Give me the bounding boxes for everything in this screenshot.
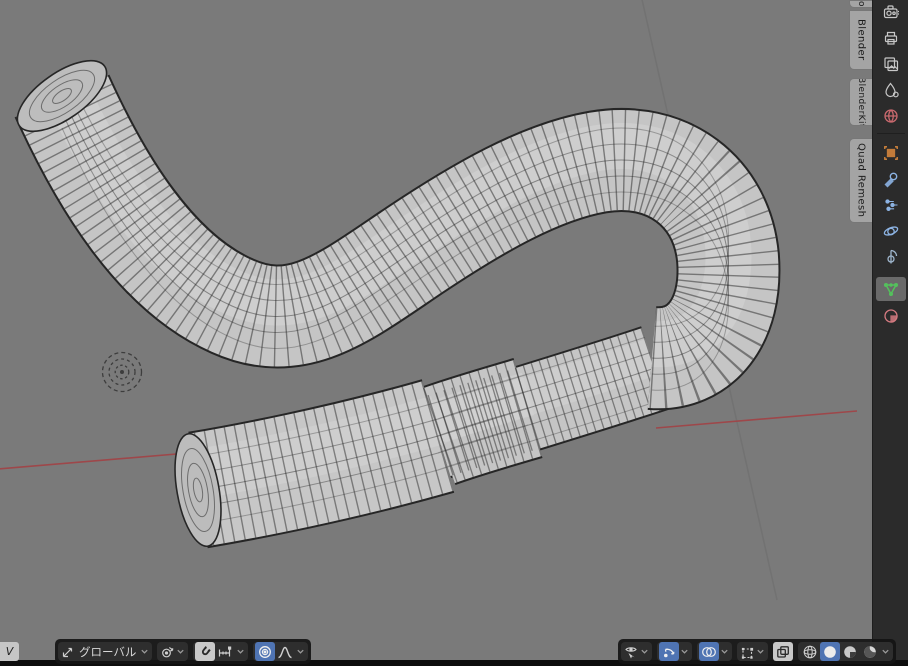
light-object-gizmo[interactable]	[103, 353, 142, 392]
chevron-down-icon	[639, 642, 650, 661]
modifier-properties-tab[interactable]	[876, 167, 906, 191]
chevron-down-icon[interactable]	[235, 642, 246, 661]
object-icon	[882, 144, 900, 162]
scene-icon	[882, 81, 900, 99]
xray-icon	[775, 644, 791, 660]
eye-cursor-icon	[623, 644, 639, 660]
sidebar-tab-blenderkit[interactable]: BlenderKit	[849, 78, 872, 126]
proportional-editing-controls	[253, 642, 308, 661]
world-properties-tab[interactable]	[876, 104, 906, 128]
blender-window: o Blender BlenderKit Quad Remesh	[0, 0, 908, 666]
chevron-down-icon[interactable]	[295, 642, 306, 661]
shading-material-button[interactable]	[840, 642, 860, 661]
edit-mode-vertices-icon	[739, 644, 755, 660]
gizmo-icon	[661, 644, 677, 660]
chevron-down-icon	[139, 642, 150, 661]
particle-properties-tab[interactable]	[876, 193, 906, 217]
magnet-icon	[198, 644, 213, 659]
pivot-point-icon	[159, 644, 175, 660]
output-properties-tab[interactable]	[876, 26, 906, 50]
render-properties-tab[interactable]	[876, 0, 906, 24]
concentric-circles-icon	[257, 644, 273, 660]
mesh-edit-overlays-dropdown[interactable]	[737, 642, 768, 661]
shading-rendered-button[interactable]	[860, 642, 880, 661]
object-properties-tab[interactable]	[876, 141, 906, 165]
chevron-down-icon[interactable]	[719, 642, 730, 661]
object-visibility-dropdown[interactable]	[621, 642, 652, 661]
material-sphere-icon	[882, 307, 900, 325]
chevron-down-icon[interactable]	[880, 642, 891, 661]
pivot-point-dropdown[interactable]	[157, 642, 188, 661]
show-gizmo-toggle[interactable]	[659, 642, 679, 661]
snap-magnet-toggle[interactable]	[195, 642, 215, 661]
sidebar-tab-label: o	[856, 1, 866, 7]
chevron-down-icon	[175, 642, 186, 661]
proportional-falloff-button[interactable]	[275, 642, 295, 661]
truncated-mode-button[interactable]: V	[0, 642, 19, 661]
smooth-falloff-icon	[277, 644, 293, 660]
wrench-icon	[882, 170, 900, 188]
rail-separator	[877, 133, 905, 134]
viewport-shading-controls	[798, 642, 893, 661]
proportional-editing-toggle[interactable]	[255, 642, 275, 661]
orientation-label: グローバル	[76, 644, 139, 660]
shading-wireframe-button[interactable]	[800, 642, 820, 661]
physics-properties-tab[interactable]	[876, 219, 906, 243]
show-gizmo-controls	[657, 642, 692, 661]
sidebar-tab-label: BlenderKit	[856, 78, 866, 126]
layers-icon	[882, 55, 900, 73]
object-data-properties-tab[interactable]	[876, 277, 906, 301]
snap-target-button[interactable]	[215, 642, 235, 661]
constraint-properties-tab[interactable]	[876, 245, 906, 269]
particles-icon	[882, 196, 900, 214]
sidebar-tab-blender[interactable]: Blender	[849, 10, 872, 70]
world-globe-icon	[882, 107, 900, 125]
sidebar-tab-label: Quad Remesh	[856, 143, 867, 217]
orientation-gizmo-icon	[60, 644, 76, 660]
render-icon	[882, 3, 900, 21]
solid-sphere-icon	[822, 644, 838, 660]
physics-orbit-icon	[882, 222, 900, 240]
sidebar-tab-quad-remesh[interactable]: Quad Remesh	[849, 138, 872, 223]
show-overlays-toggle[interactable]	[699, 642, 719, 661]
truncated-mode-label: V	[6, 645, 14, 658]
mesh-data-icon	[882, 280, 900, 298]
printer-icon	[882, 29, 900, 47]
properties-tab-rail	[872, 0, 908, 666]
chevron-down-icon	[755, 642, 766, 661]
scene-properties-tab[interactable]	[876, 78, 906, 102]
viewport-header-right	[618, 639, 896, 664]
snapping-controls	[193, 642, 248, 661]
view-layer-properties-tab[interactable]	[876, 52, 906, 76]
sidebar-tab-label: Blender	[856, 19, 867, 61]
tube-mesh-lower[interactable]	[167, 334, 655, 550]
3d-viewport[interactable]	[0, 0, 908, 666]
viewport-header-left: グローバル	[55, 639, 311, 664]
overlays-icon	[701, 644, 717, 660]
wireframe-sphere-icon	[802, 644, 818, 660]
snap-increment-icon	[217, 644, 233, 660]
material-preview-sphere-icon	[842, 644, 858, 660]
shading-solid-button[interactable]	[820, 642, 840, 661]
xray-toggle[interactable]	[773, 642, 793, 661]
sidebar-tab-truncated[interactable]: o	[849, 0, 872, 8]
material-properties-tab[interactable]	[876, 304, 906, 328]
show-overlays-controls	[697, 642, 732, 661]
transform-orientation-dropdown[interactable]: グローバル	[58, 642, 152, 661]
chevron-down-icon[interactable]	[679, 642, 690, 661]
constraint-icon	[882, 248, 900, 266]
rendered-sphere-icon	[862, 644, 878, 660]
